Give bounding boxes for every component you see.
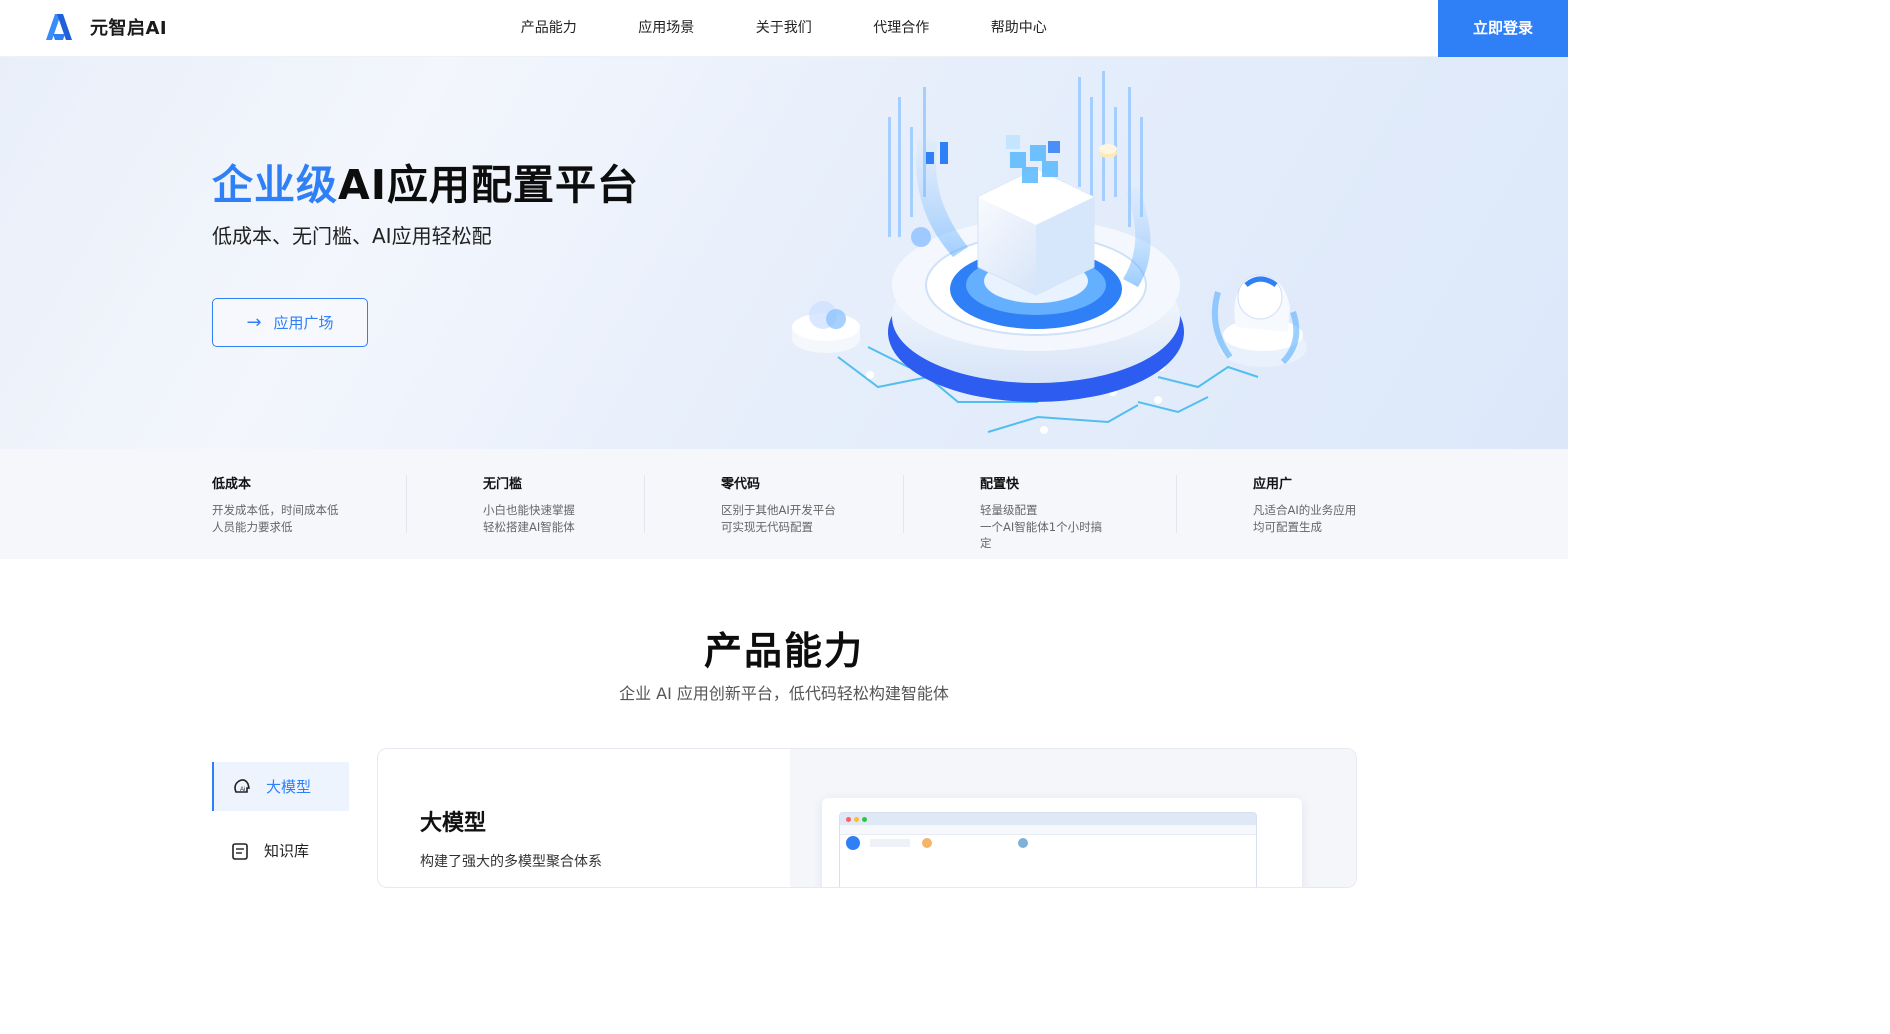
main-nav: 产品能力 应用场景 关于我们 代理合作 帮助中心 xyxy=(490,0,1078,57)
ai-head-icon: Ai xyxy=(234,778,251,793)
feature-desc-line: 轻松搭建AI智能体 xyxy=(483,519,575,534)
app-plaza-button[interactable]: → 应用广场 xyxy=(212,298,368,347)
app-screenshot-preview xyxy=(822,798,1302,887)
section-title: 产品能力 xyxy=(703,629,864,673)
feature-title: 应用广 xyxy=(1253,477,1293,492)
preview-logo-icon xyxy=(846,836,860,850)
preview-urlbar xyxy=(840,825,1256,835)
hero-title: 企业级AI应用配置平台 xyxy=(212,151,639,211)
arrow-right-icon: → xyxy=(246,312,262,333)
hero-title-rest: AI应用配置平台 xyxy=(338,161,639,209)
preview-nav xyxy=(840,835,1256,851)
feature-title: 无门槛 xyxy=(483,477,523,492)
feature-desc-line: 开发成本低，时间成本低 xyxy=(212,503,339,517)
preview-avatar-icon xyxy=(1018,838,1028,848)
feature-no-barrier: 无门槛 小白也能快速掌握 轻松搭建AI智能体 xyxy=(483,473,575,535)
logo-text: 元智启AI xyxy=(90,18,168,39)
card-description: 构建了强大的多模型聚合体系 xyxy=(420,854,602,870)
login-button[interactable]: 立即登录 xyxy=(1438,0,1568,57)
divider xyxy=(1176,475,1177,533)
tab-knowledge-base[interactable]: 知识库 xyxy=(212,826,349,875)
feature-desc-line: 区别于其他AI开发平台 xyxy=(721,503,836,517)
feature-desc-line: 轻量级配置 xyxy=(980,503,1038,517)
feature-title: 配置快 xyxy=(980,477,1020,492)
hero-subtitle: 低成本、无门槛、AI应用轻松配 xyxy=(212,224,492,248)
feature-low-cost: 低成本 开发成本低，时间成本低 人员能力要求低 xyxy=(212,473,339,535)
feature-title: 零代码 xyxy=(721,477,761,492)
preview-window xyxy=(839,812,1257,887)
feature-title: 低成本 xyxy=(212,477,252,492)
brand-logo[interactable]: 元智启AI xyxy=(44,14,167,40)
divider xyxy=(644,475,645,533)
feature-desc-line: 一个AI智能体1个小时搞 xyxy=(980,519,1103,534)
features-strip: 低成本 开发成本低，时间成本低 人员能力要求低 无门槛 小白也能快速掌握 轻松搭… xyxy=(0,449,1568,559)
tab-large-model[interactable]: Ai 大模型 xyxy=(212,762,349,811)
card-preview-area xyxy=(790,749,1356,887)
section-subtitle: 企业 AI 应用创新平台，低代码轻松构建智能体 xyxy=(619,684,949,703)
hero-banner: 企业级AI应用配置平台 低成本、无门槛、AI应用轻松配 → 应用广场 xyxy=(0,57,1568,449)
feature-wide-use: 应用广 凡适合AI的业务应用 均可配置生成 xyxy=(1253,473,1356,535)
feature-desc-line: 均可配置生成 xyxy=(1253,519,1322,534)
divider xyxy=(903,475,904,533)
window-close-dot xyxy=(846,816,851,822)
tab-label: 大模型 xyxy=(266,778,312,796)
app-plaza-label: 应用广场 xyxy=(273,314,334,332)
preview-nav-item xyxy=(870,839,910,847)
divider xyxy=(406,475,407,533)
hero-illustration xyxy=(788,71,1307,434)
book-icon xyxy=(232,842,248,860)
card-title: 大模型 xyxy=(420,811,487,836)
nav-item-scenarios[interactable]: 应用场景 xyxy=(608,0,726,57)
svg-text:Ai: Ai xyxy=(240,787,245,793)
triangle-a-logo-icon xyxy=(46,14,72,40)
window-min-dot xyxy=(854,816,859,822)
feature-zero-code: 零代码 区别于其他AI开发平台 可实现无代码配置 xyxy=(721,473,836,535)
feature-desc-line: 可实现无代码配置 xyxy=(721,519,813,534)
top-header: 元智启AI 产品能力 应用场景 关于我们 代理合作 帮助中心 立即登录 xyxy=(0,0,1568,57)
feature-desc-line: 定 xyxy=(980,536,992,550)
window-max-dot xyxy=(862,816,867,822)
feature-desc-line: 小白也能快速掌握 xyxy=(483,503,575,517)
nav-item-product[interactable]: 产品能力 xyxy=(490,0,608,57)
tab-label: 知识库 xyxy=(264,842,310,860)
feature-desc-line: 人员能力要求低 xyxy=(212,519,293,534)
preview-titlebar xyxy=(840,813,1256,825)
nav-item-about[interactable]: 关于我们 xyxy=(725,0,843,57)
hero-title-accent: 企业级 xyxy=(212,161,338,209)
product-card: 大模型 构建了强大的多模型聚合体系 xyxy=(377,748,1357,888)
feature-desc-line: 凡适合AI的业务应用 xyxy=(1253,503,1357,517)
preview-avatar-icon xyxy=(922,838,932,848)
feature-fast-config: 配置快 轻量级配置 一个AI智能体1个小时搞 定 xyxy=(980,473,1102,552)
nav-item-partner[interactable]: 代理合作 xyxy=(843,0,961,57)
nav-item-help[interactable]: 帮助中心 xyxy=(960,0,1078,57)
